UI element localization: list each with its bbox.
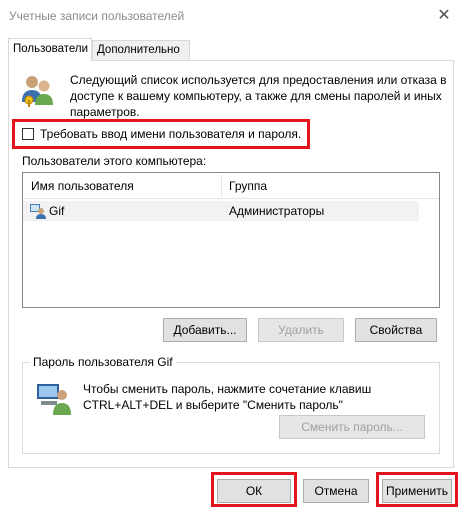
users-list[interactable]: Имя пользователя Группа Gif Администрато… [22, 172, 440, 308]
password-instructions: Чтобы сменить пароль, нажмите сочетание … [83, 381, 371, 413]
require-login-checkbox[interactable] [22, 128, 34, 140]
password-instructions-line2: CTRL+ALT+DEL и выберите "Сменить пароль" [83, 398, 343, 412]
user-name-cell: Gif [49, 204, 65, 218]
cancel-button[interactable]: Отмена [303, 479, 369, 503]
table-row[interactable]: Gif Администраторы [23, 201, 419, 221]
users-icon [22, 76, 53, 107]
close-icon: ✕ [437, 7, 451, 24]
password-instructions-line1: Чтобы сменить пароль, нажмите сочетание … [83, 382, 372, 396]
tab-users[interactable]: Пользователи [8, 38, 92, 61]
close-button[interactable]: ✕ [426, 0, 462, 30]
column-header-username[interactable]: Имя пользователя [31, 179, 134, 193]
add-user-button[interactable]: Добавить... [163, 318, 247, 342]
ok-button[interactable]: ОК [217, 479, 291, 503]
window-title: Учетные записи пользователей [9, 9, 185, 23]
tab-advanced[interactable]: Дополнительно [92, 40, 190, 60]
remove-user-button[interactable]: Удалить [258, 318, 344, 342]
require-login-label[interactable]: Требовать ввод имени пользователя и паро… [40, 127, 301, 141]
change-password-button[interactable]: Сменить пароль... [279, 415, 425, 439]
user-accounts-dialog: Учетные записи пользователей ✕ Пользоват… [0, 0, 462, 509]
require-login-highlight: Требовать ввод имени пользователя и паро… [12, 119, 310, 149]
apply-button[interactable]: Применить [382, 479, 452, 503]
password-group-title: Пароль пользователя Gif [30, 355, 176, 369]
users-list-header: Имя пользователя Группа [23, 173, 439, 199]
user-group-cell: Администраторы [229, 204, 325, 218]
user-icon [30, 204, 46, 219]
users-list-label: Пользователи этого компьютера: [22, 154, 207, 168]
keyboard-user-icon [37, 384, 71, 415]
title-bar: Учетные записи пользователей ✕ [0, 0, 462, 32]
info-description: Следующий список используется для предос… [70, 73, 447, 119]
column-divider[interactable] [221, 175, 222, 197]
column-header-group[interactable]: Группа [229, 179, 267, 193]
properties-button[interactable]: Свойства [355, 318, 437, 342]
password-groupbox: Пароль пользователя Gif Чтобы сменить па… [22, 355, 440, 454]
